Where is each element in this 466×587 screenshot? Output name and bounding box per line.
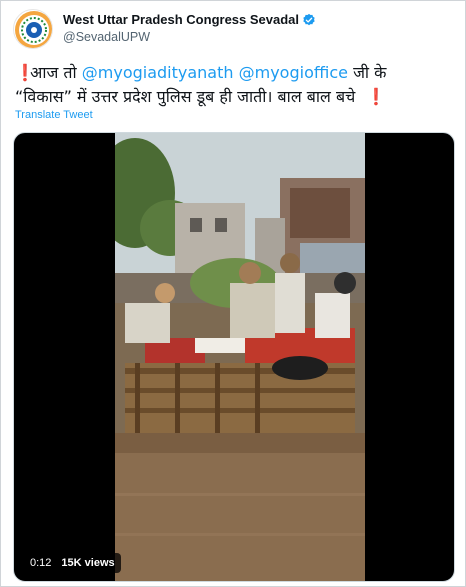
- tweet-text-line2: “विकास” में उत्तर प्रदेश पुलिस डूब ही जा…: [15, 87, 356, 106]
- verified-badge-icon: [302, 13, 316, 27]
- video-view-count: 15K views: [61, 557, 115, 569]
- author-names: West Uttar Pradesh Congress Sevadal @Sev…: [63, 12, 316, 44]
- tweet-header: West Uttar Pradesh Congress Sevadal @Sev…: [13, 9, 316, 53]
- translate-tweet-link[interactable]: Translate Tweet: [15, 109, 93, 121]
- exclamation-icon: ❗: [366, 87, 387, 106]
- tweet-text-part1: आज तो: [30, 63, 77, 82]
- author-display-name[interactable]: West Uttar Pradesh Congress Sevadal: [63, 12, 299, 27]
- tweet-card: West Uttar Pradesh Congress Sevadal @Sev…: [0, 0, 466, 587]
- author-handle[interactable]: @SevadalUPW: [63, 30, 316, 44]
- video-info-badge: 0:12 15K views: [24, 553, 121, 573]
- tweet-text-part2: जी के: [353, 63, 387, 82]
- video-player[interactable]: 0:12 15K views: [13, 132, 455, 582]
- tweet-text: ❗ आज तो @myogiadityanath @myogioffice जी…: [15, 61, 455, 109]
- avatar[interactable]: [13, 9, 53, 49]
- exclamation-icon: ❗: [15, 63, 35, 82]
- video-timestamp: 0:12: [30, 557, 52, 569]
- mention-link-myogiadityanath[interactable]: @myogiadityanath: [82, 63, 234, 82]
- mention-link-myogioffice[interactable]: @myogioffice: [239, 63, 348, 82]
- video-frame[interactable]: [115, 133, 365, 581]
